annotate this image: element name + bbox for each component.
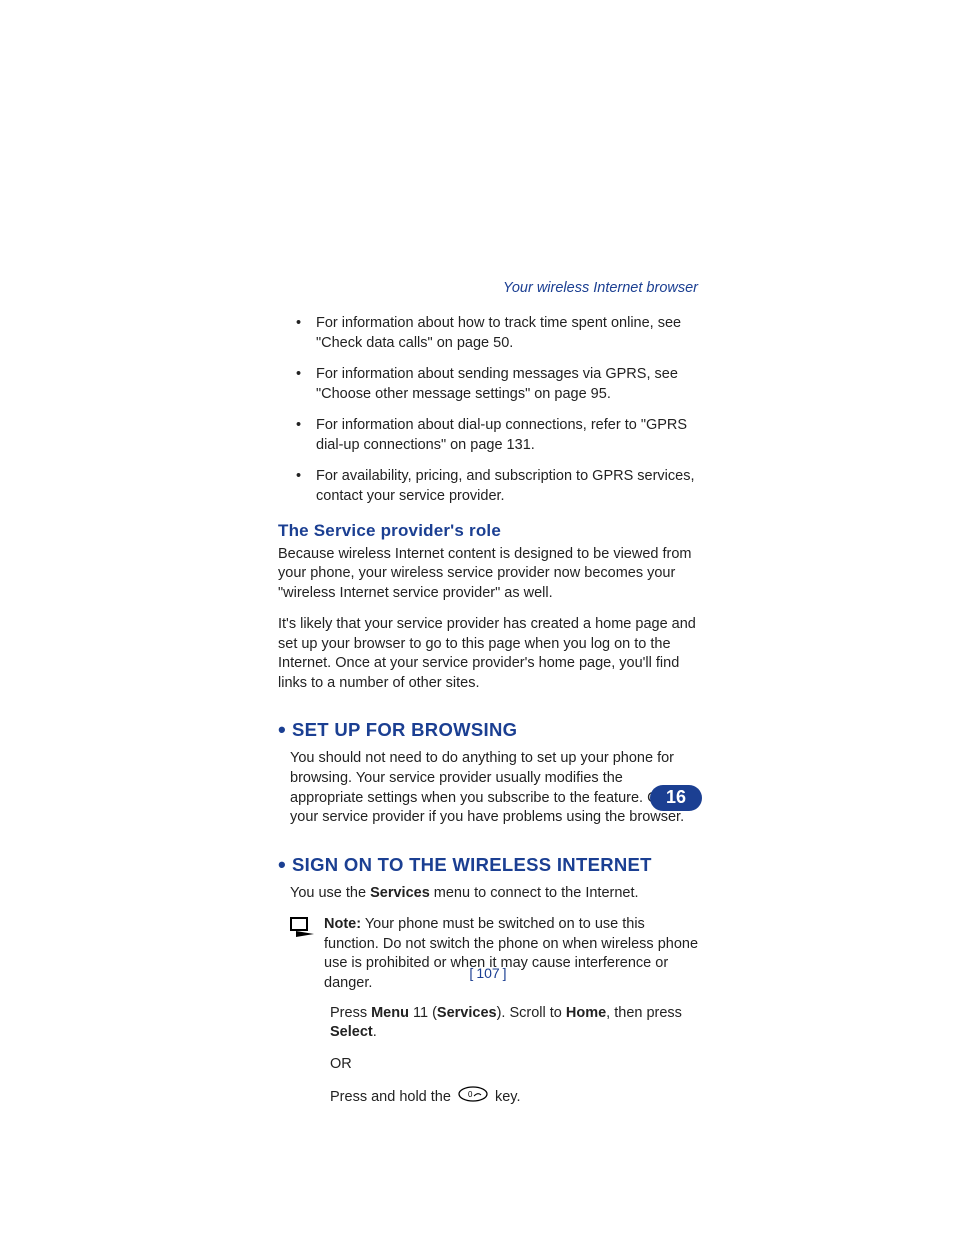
section-heading-text: SIGN ON TO THE WIRELESS INTERNET — [292, 854, 652, 875]
bullet-icon: • — [278, 852, 286, 877]
note-arrow-icon — [290, 917, 314, 937]
step-text: Press Menu 11 (Services). Scroll to Home… — [330, 1004, 698, 1043]
section-heading-text: SET UP FOR BROWSING — [292, 719, 517, 740]
section-heading-setup: • SET UP FOR BROWSING — [278, 717, 698, 743]
bullet-item: For information about how to track time … — [278, 314, 698, 353]
text-fragment: menu to connect to the Internet. — [430, 885, 639, 901]
page-number-value: 107 — [476, 965, 499, 981]
bullet-item: For information about sending messages v… — [278, 365, 698, 404]
note-text: Note: Your phone must be switched on to … — [324, 915, 698, 993]
subheading-service-provider: The Service provider's role — [278, 521, 698, 541]
section-heading-signon: • SIGN ON TO THE WIRELESS INTERNET — [278, 852, 698, 878]
zero-key-icon: 0 — [458, 1086, 488, 1109]
bold-text: Services — [437, 1005, 497, 1021]
bracket-open: [ — [469, 965, 473, 981]
bold-text: Home — [566, 1005, 606, 1021]
bullet-item: For information about dial-up connection… — [278, 416, 698, 455]
text-fragment: Press — [330, 1005, 371, 1021]
bold-text: Menu — [371, 1005, 409, 1021]
bullet-item: For availability, pricing, and subscript… — [278, 467, 698, 506]
running-head: Your wireless Internet browser — [278, 280, 698, 296]
bold-text: Select — [330, 1024, 373, 1040]
bracket-close: ] — [503, 965, 507, 981]
text-fragment: ). Scroll to — [497, 1005, 566, 1021]
step-text: Press and hold the 0 key. — [330, 1086, 698, 1109]
chapter-tab: 16 — [650, 785, 702, 811]
note-block: Note: Your phone must be switched on to … — [290, 915, 698, 993]
paragraph: It's likely that your service provider h… — [278, 615, 698, 693]
bold-text: Services — [370, 885, 430, 901]
svg-text:0: 0 — [468, 1090, 473, 1099]
text-fragment: key. — [491, 1089, 521, 1105]
text-fragment: 11 ( — [409, 1005, 437, 1021]
bullet-icon: • — [278, 717, 286, 742]
text-fragment: You use the — [290, 885, 370, 901]
paragraph: Because wireless Internet content is des… — [278, 545, 698, 604]
text-fragment: . — [373, 1024, 377, 1040]
page-container: Your wireless Internet browser For infor… — [0, 0, 954, 1235]
intro-bullet-list: For information about how to track time … — [278, 314, 698, 507]
note-label: Note: — [324, 916, 361, 932]
page-number: [107] — [278, 965, 698, 981]
paragraph: You use the Services menu to connect to … — [290, 884, 698, 904]
paragraph: You should not need to do anything to se… — [290, 749, 698, 827]
or-text: OR — [330, 1055, 698, 1075]
content-column: Your wireless Internet browser For infor… — [278, 280, 698, 1121]
text-fragment: Press and hold the — [330, 1089, 455, 1105]
text-fragment: , then press — [606, 1005, 682, 1021]
